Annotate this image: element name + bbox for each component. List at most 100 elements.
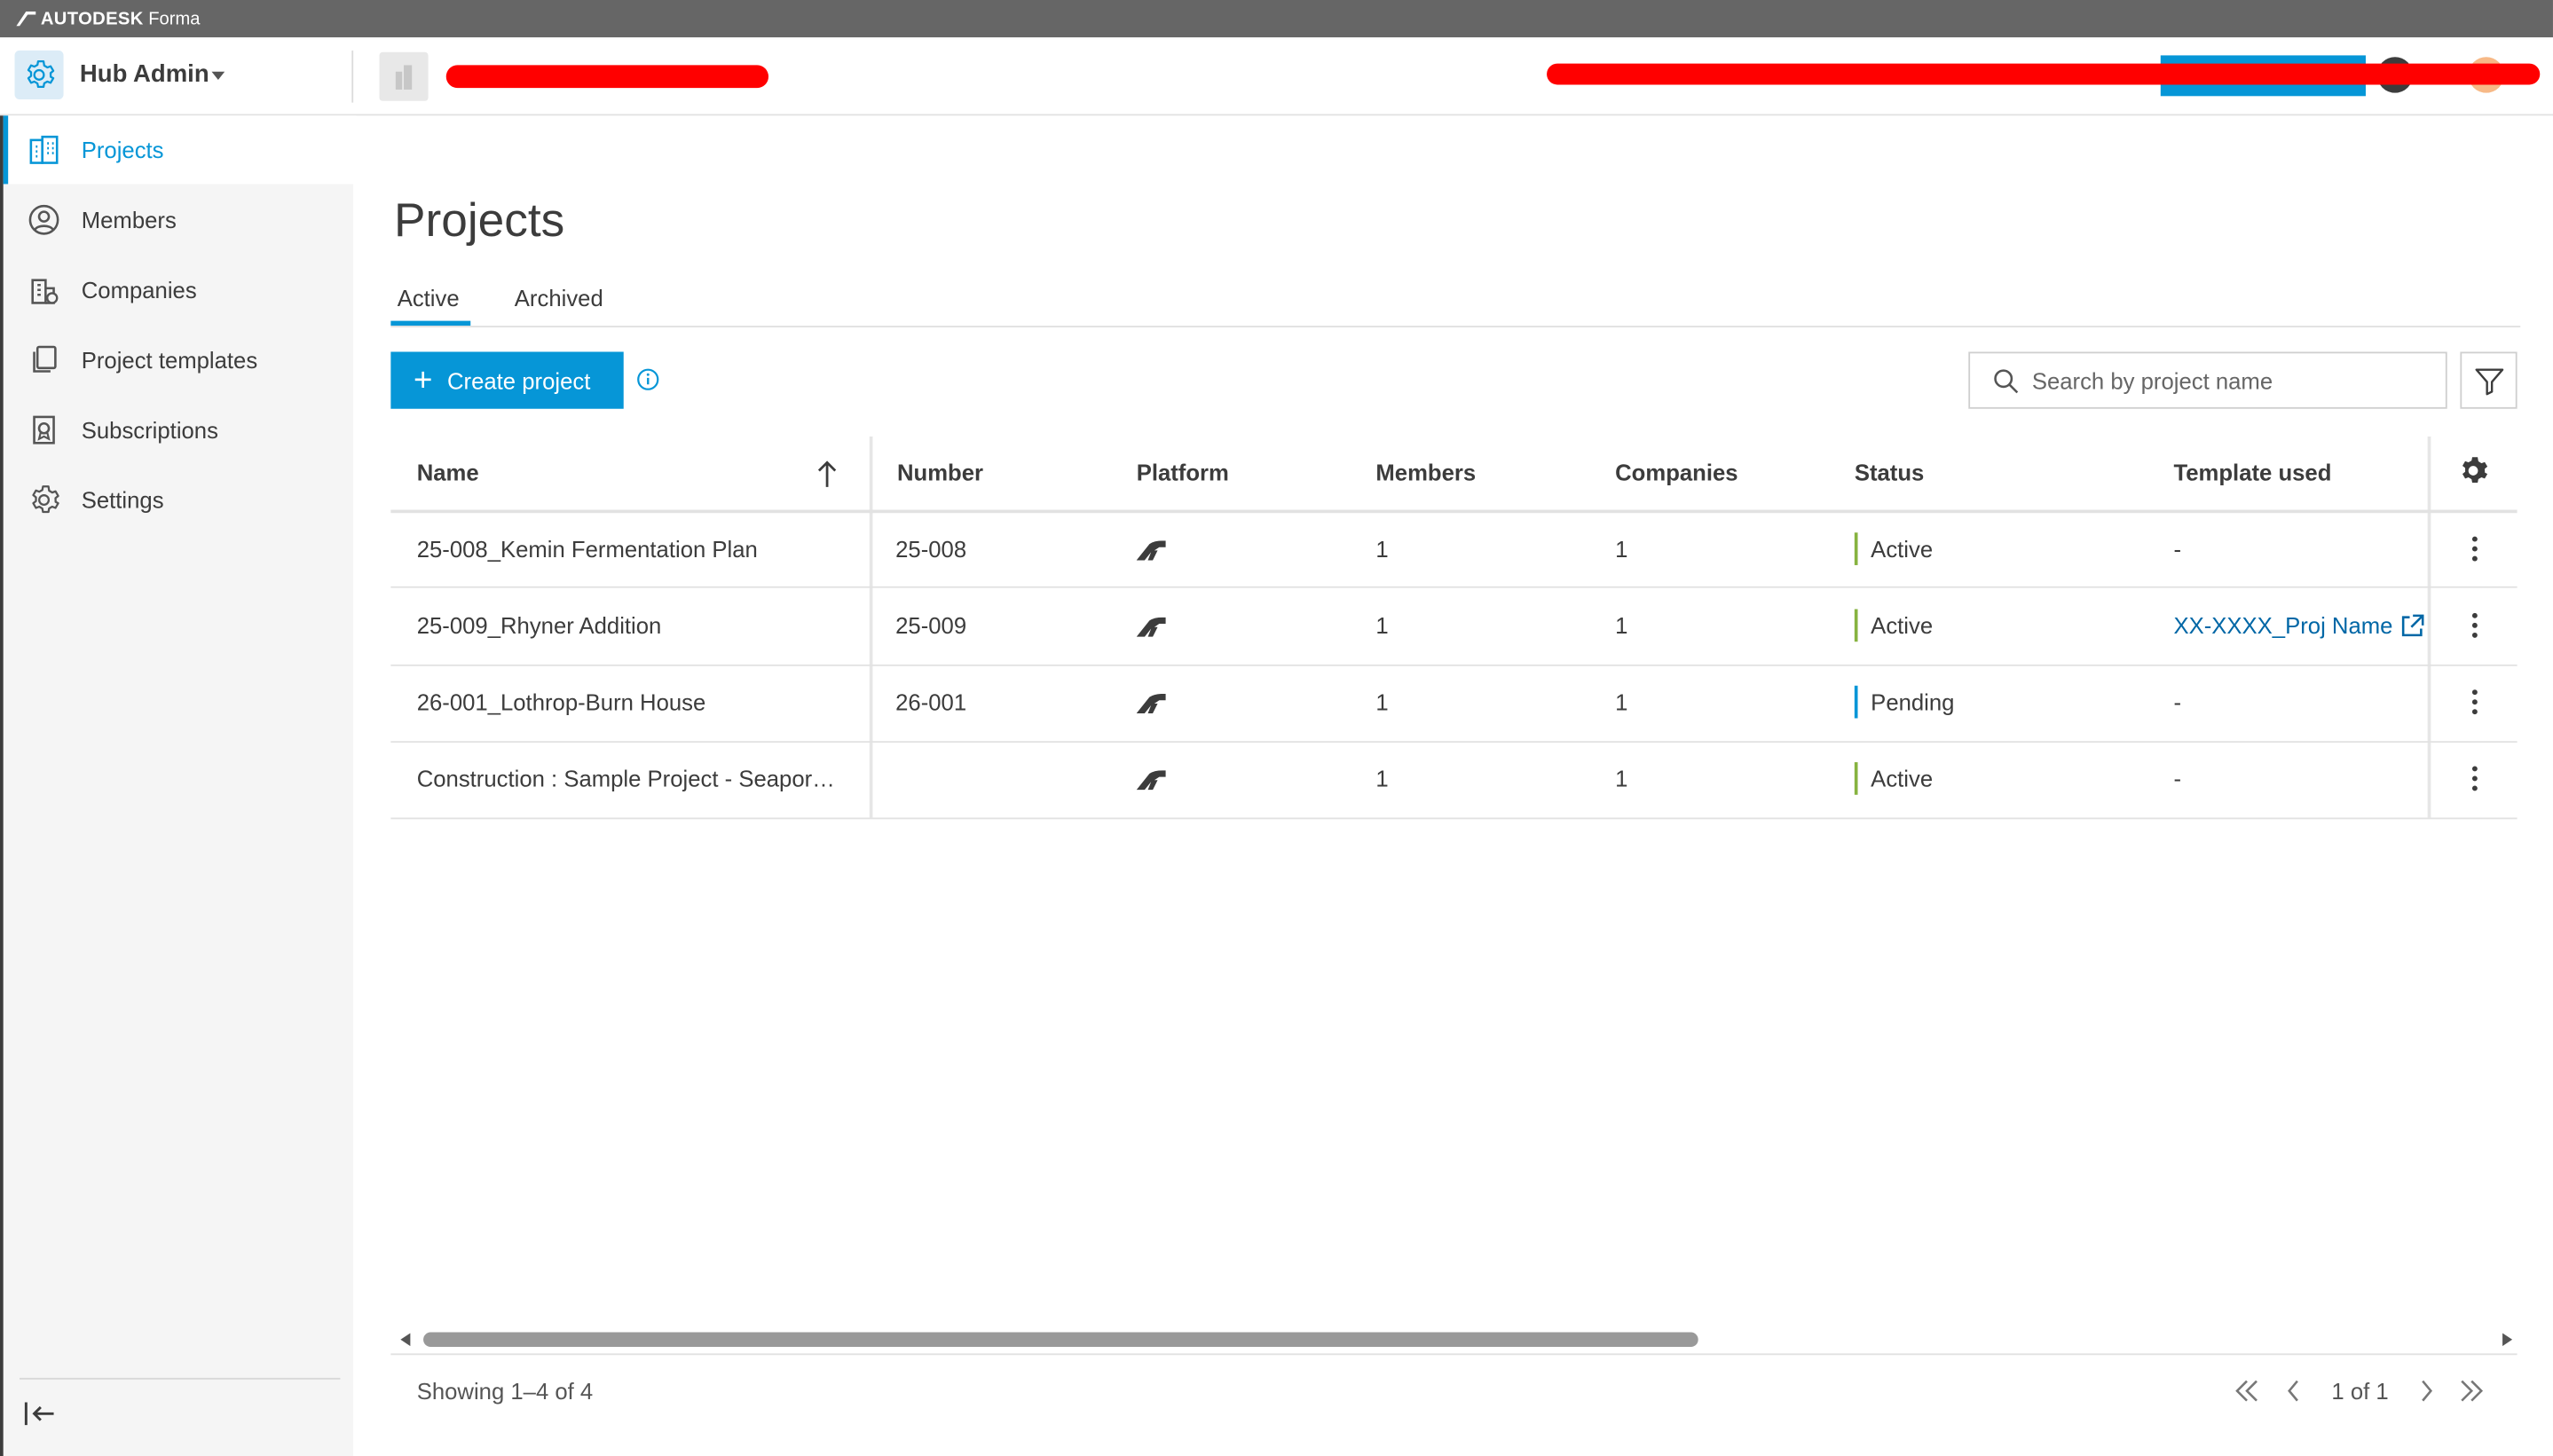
gear-icon: [27, 59, 55, 89]
autodesk-logo: AUTODESK Forma: [16, 9, 201, 29]
create-project-label: Create project: [446, 366, 591, 394]
cell-status: Active: [1871, 765, 1934, 792]
brand-product: Forma: [148, 9, 201, 29]
collapse-sidebar-icon[interactable]: [23, 1397, 59, 1430]
column-header-name[interactable]: Name: [417, 460, 479, 485]
tabs-divider: [390, 326, 2521, 327]
gear-icon: [26, 482, 61, 517]
cell-name[interactable]: 26-001_Lothrop-Burn House: [417, 689, 706, 714]
sidebar-item-companies[interactable]: Companies: [6, 256, 356, 324]
search-box[interactable]: [1968, 351, 2447, 409]
column-header-platform[interactable]: Platform: [1137, 460, 1229, 485]
cell-template: -: [2173, 765, 2182, 792]
sidebar-item-label: Subscriptions: [81, 416, 218, 444]
cell-companies: 1: [1615, 612, 1628, 639]
column-header-status[interactable]: Status: [1855, 460, 1925, 485]
next-page-icon[interactable]: [2411, 1376, 2440, 1405]
row-menu-icon[interactable]: [2459, 610, 2492, 642]
sidebar-item-label: Project templates: [81, 346, 258, 374]
filter-icon: [2474, 367, 2503, 395]
sidebar-item-label: Settings: [81, 486, 164, 514]
cell-name[interactable]: 25-008_Kemin Fermentation Plan: [417, 536, 758, 562]
sidebar-item-members[interactable]: Members: [6, 185, 356, 254]
forma-logo-icon: [1136, 692, 1166, 721]
first-page-icon[interactable]: [2233, 1376, 2262, 1405]
person-circle-icon: [26, 202, 61, 238]
sidebar-divider: [20, 1377, 341, 1380]
company-icon: [26, 272, 61, 308]
cell-status: Active: [1871, 535, 1934, 563]
info-icon[interactable]: [636, 368, 659, 391]
redacted-project-name: [445, 65, 769, 89]
cell-companies: 1: [1615, 765, 1628, 792]
results-count: Showing 1–4 of 4: [416, 1377, 594, 1405]
row-menu-icon[interactable]: [2459, 532, 2492, 565]
hub-admin-icon[interactable]: [14, 50, 64, 99]
status-indicator: [1854, 609, 1858, 642]
hub-title[interactable]: Hub Admin: [80, 60, 209, 88]
top-header: Hub Admin: [0, 37, 2553, 116]
sort-ascending-icon[interactable]: [814, 460, 839, 489]
cell-template: -: [2173, 689, 2182, 715]
sidebar-item-label: Members: [81, 207, 177, 233]
forma-logo-icon: [1136, 616, 1166, 645]
row-menu-icon[interactable]: [2459, 686, 2492, 719]
create-project-button[interactable]: + Create project: [390, 351, 624, 409]
chevron-down-icon[interactable]: [211, 71, 225, 80]
column-header-members[interactable]: Members: [1375, 460, 1476, 485]
tab-archived[interactable]: Archived: [515, 285, 603, 311]
sidebar-item-subscriptions[interactable]: Subscriptions: [6, 396, 356, 464]
column-header-number[interactable]: Number: [897, 460, 983, 485]
cell-number: 26-001: [895, 689, 967, 715]
status-indicator: [1854, 532, 1858, 565]
project-thumbnail[interactable]: [379, 51, 429, 101]
scrollbar-thumb[interactable]: [423, 1332, 1698, 1348]
template-link[interactable]: XX-XXXX_Proj Name: [2173, 612, 2392, 638]
pager-divider: [390, 1353, 2518, 1356]
subscription-icon: [26, 412, 61, 447]
cell-companies: 1: [1615, 689, 1628, 715]
plus-icon: +: [414, 362, 433, 398]
cell-name[interactable]: Construction : Sample Project - Seapor…: [417, 766, 835, 791]
page-indicator: 1 of 1: [2331, 1377, 2389, 1405]
column-settings-icon[interactable]: [2457, 454, 2490, 487]
cell-members: 1: [1375, 612, 1389, 639]
row-divider: [390, 741, 2518, 744]
cell-companies: 1: [1615, 535, 1628, 563]
tab-active[interactable]: Active: [398, 285, 460, 311]
search-input[interactable]: [2029, 366, 2443, 396]
cell-members: 1: [1375, 765, 1389, 792]
sidebar-item-label: Projects: [81, 137, 164, 163]
column-header-companies[interactable]: Companies: [1615, 460, 1737, 485]
external-link-icon[interactable]: [2399, 614, 2424, 647]
sidebar-item-label: Companies: [81, 277, 197, 303]
cell-name[interactable]: 25-009_Rhyner Addition: [417, 612, 662, 638]
actions-column-divider: [2427, 436, 2431, 818]
brand-company: AUTODESK: [40, 9, 144, 29]
forma-logo-icon: [1136, 768, 1166, 798]
redacted-header-info: [1547, 63, 2541, 85]
last-page-icon[interactable]: [2457, 1376, 2486, 1405]
cell-number: 25-009: [895, 612, 967, 639]
row-divider: [390, 817, 2518, 820]
page-title: Projects: [394, 195, 565, 248]
column-header-template[interactable]: Template used: [2173, 460, 2331, 485]
sidebar-item-projects[interactable]: Projects: [3, 115, 357, 185]
search-icon: [1994, 368, 2019, 393]
previous-page-icon[interactable]: [2280, 1376, 2309, 1405]
sidebar-item-project-templates[interactable]: Project templates: [6, 326, 356, 394]
cell-status: Active: [1871, 612, 1934, 639]
cell-status: Pending: [1871, 689, 1955, 715]
forma-logo-icon: [1136, 539, 1166, 569]
header-divider: [351, 50, 354, 103]
status-indicator: [1854, 685, 1858, 719]
row-divider: [390, 586, 2518, 588]
row-menu-icon[interactable]: [2459, 762, 2492, 795]
sidebar-item-settings[interactable]: Settings: [6, 466, 356, 534]
filter-button[interactable]: [2460, 351, 2518, 409]
brand-bar: AUTODESK Forma: [0, 0, 2553, 38]
template-icon: [26, 342, 61, 377]
building-icon: [26, 132, 61, 168]
status-indicator: [1854, 762, 1858, 795]
cell-number: 25-008: [895, 535, 967, 563]
